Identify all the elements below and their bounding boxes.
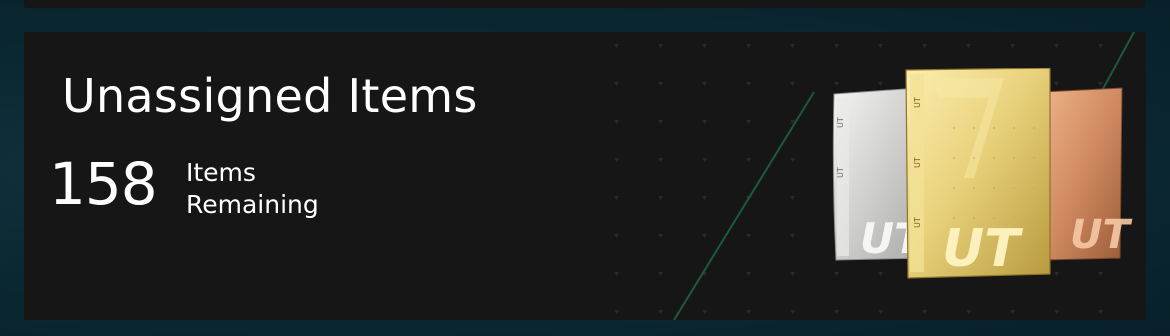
pattern-mark <box>746 158 751 162</box>
pattern-mark <box>658 310 663 314</box>
pattern-mark <box>702 196 707 200</box>
svg-text:UT: UT <box>913 157 922 168</box>
pattern-mark <box>658 44 663 48</box>
pattern-mark <box>614 82 619 86</box>
pattern-mark <box>922 310 927 314</box>
pattern-mark <box>834 310 839 314</box>
pattern-mark <box>658 158 663 162</box>
svg-text:UT: UT <box>913 217 922 228</box>
gold-pack-logo: UT <box>942 219 1023 279</box>
pattern-mark <box>1054 310 1059 314</box>
pattern-mark <box>658 272 663 276</box>
pattern-mark <box>1054 44 1059 48</box>
silver-side-logo: UT <box>836 117 845 128</box>
svg-text:UT: UT <box>836 167 845 178</box>
pattern-mark <box>658 196 663 200</box>
pattern-mark <box>834 44 839 48</box>
pattern-mark <box>658 82 663 86</box>
pattern-mark <box>790 234 795 238</box>
packs-illustration: UT UT UT UT UT UT UT UT <box>832 68 1132 279</box>
pattern-mark <box>614 120 619 124</box>
pattern-mark <box>1098 44 1103 48</box>
pattern-mark <box>658 120 663 124</box>
pattern-mark <box>702 310 707 314</box>
pattern-mark <box>1010 310 1015 314</box>
page-title: Unassigned Items <box>62 69 478 123</box>
pattern-mark <box>790 44 795 48</box>
pattern-mark <box>702 234 707 238</box>
pattern-mark <box>790 82 795 86</box>
unassigned-items-card[interactable]: Unassigned Items 158 Items Remaining UT … <box>24 32 1146 320</box>
accent-stripe <box>673 91 815 320</box>
pattern-mark <box>790 196 795 200</box>
count-label-line1: Items <box>186 158 256 187</box>
pattern-mark <box>746 234 751 238</box>
pattern-mark <box>746 44 751 48</box>
pattern-mark <box>614 234 619 238</box>
gold-pack: UT UT UT UT <box>905 68 1051 279</box>
pattern-mark <box>702 44 707 48</box>
pattern-mark <box>1010 44 1015 48</box>
pattern-mark <box>614 272 619 276</box>
pattern-mark <box>878 44 883 48</box>
bronze-pack: UT <box>1041 87 1132 261</box>
pattern-mark <box>922 44 927 48</box>
pattern-mark <box>878 310 883 314</box>
pattern-mark <box>1098 310 1103 314</box>
pattern-mark <box>702 120 707 124</box>
pattern-mark <box>746 272 751 276</box>
pattern-mark <box>614 310 619 314</box>
pattern-mark <box>790 310 795 314</box>
pattern-mark <box>746 82 751 86</box>
pattern-mark <box>614 44 619 48</box>
pattern-mark <box>658 234 663 238</box>
top-panel-edge <box>24 0 1146 8</box>
pattern-mark <box>790 272 795 276</box>
gold-side-logo: UT <box>913 97 922 108</box>
pattern-mark <box>702 158 707 162</box>
items-count-label: Items Remaining <box>186 157 319 221</box>
pattern-mark <box>746 120 751 124</box>
pattern-mark <box>702 82 707 86</box>
bronze-pack-logo: UT <box>1070 212 1132 258</box>
count-label-line2: Remaining <box>186 190 319 219</box>
items-count: 158 <box>49 150 158 218</box>
pattern-mark <box>790 158 795 162</box>
pattern-mark <box>614 158 619 162</box>
pattern-mark <box>614 196 619 200</box>
pattern-mark <box>966 310 971 314</box>
pattern-mark <box>746 310 751 314</box>
pattern-mark <box>966 44 971 48</box>
